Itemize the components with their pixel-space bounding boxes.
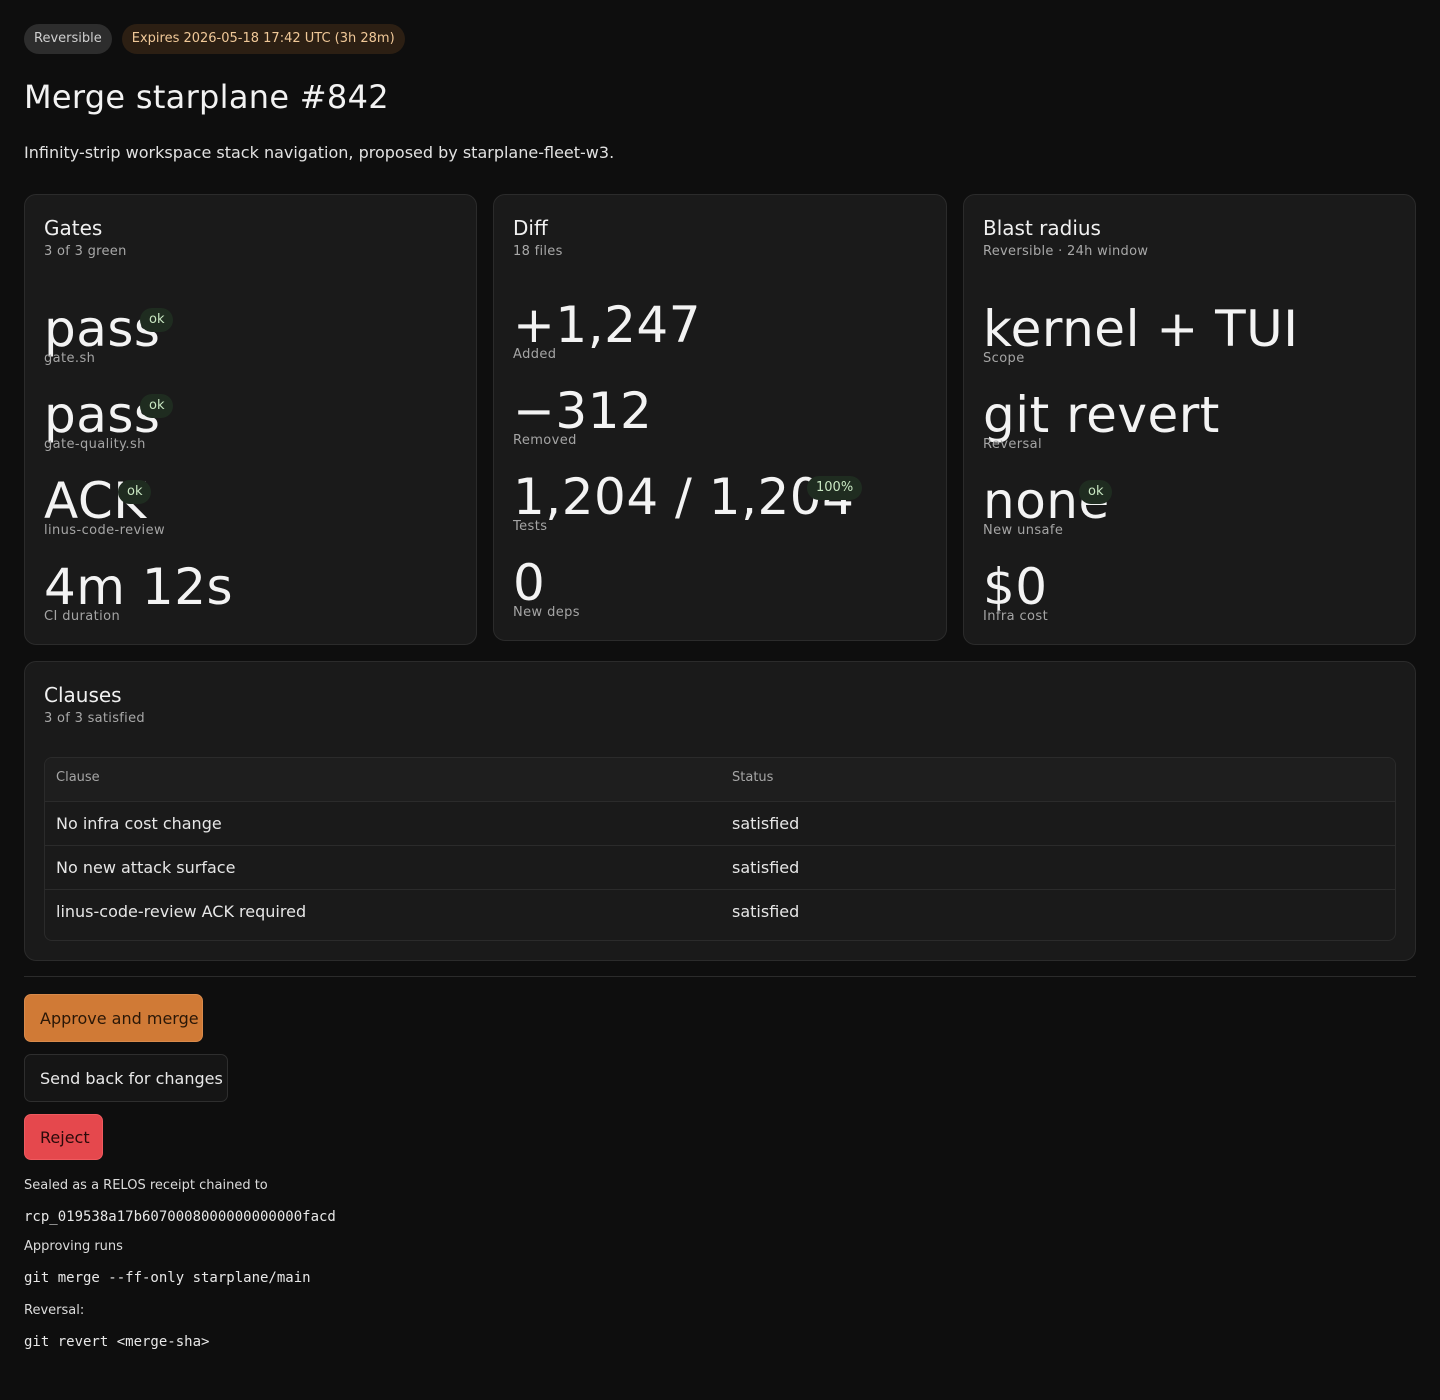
reject-button[interactable]: Reject [24,1114,103,1160]
reversible-badge: Reversible [24,24,112,54]
header-badges: Reversible Expires 2026-05-18 17:42 UTC … [24,24,1416,54]
card-title: Diff [513,216,548,240]
metric-value: +1,247 [513,296,702,354]
metric-value: 0 [513,554,546,612]
metric-value: 4m 12s [44,558,234,616]
approve-and-merge-button[interactable]: Approve and merge [24,994,203,1042]
metric-value: 1,204 / 1,204 [513,468,855,526]
page-subtitle: Infinity-strip workspace stack navigatio… [24,143,615,162]
clauses-card: Clauses 3 of 3 satisfied Clause Status N… [24,661,1416,961]
card-title: Blast radius [983,216,1101,240]
approving-label: Approving runs [24,1239,123,1254]
clause-cell: No infra cost change [56,814,222,833]
metric-label: New deps [513,605,580,620]
metric-value: −312 [513,382,653,440]
ok-badge: ok [118,480,152,504]
metric-value: $0 [983,558,1048,616]
reversal-command: git revert <merge-sha> [24,1334,210,1350]
diff-card: Diff 18 files +1,247 Added −312 Removed … [493,194,947,641]
blast-radius-card: Blast radius Reversible · 24h window ker… [963,194,1416,645]
metric-value: kernel + TUI [983,300,1299,358]
expires-badge: Expires 2026-05-18 17:42 UTC (3h 28m) [121,24,405,54]
metric-label: Reversal [983,437,1043,452]
send-back-button[interactable]: Send back for changes [24,1054,228,1102]
column-header-clause: Clause [56,770,100,785]
table-row: No infra cost change satisfied [45,802,1395,846]
metric-value: git revert [983,386,1220,444]
gates-card: Gates 3 of 3 green pass ok gate.sh pass … [24,194,477,645]
card-title: Clauses [44,683,122,707]
metric-label: gate.sh [44,351,96,366]
approving-command: git merge --ff-only starplane/main [24,1270,311,1286]
status-cell: satisfied [732,858,800,877]
metric-label: New unsafe [983,523,1064,538]
pct-badge: 100% [807,476,863,500]
card-subtitle: Reversible · 24h window [983,244,1149,259]
metric-label: Scope [983,351,1025,366]
section-divider [24,976,1416,977]
metric-label: Tests [513,519,548,534]
metric-label: Infra cost [983,609,1049,624]
sealed-label: Sealed as a RELOS receipt chained to [24,1178,268,1193]
page-title: Merge starplane #842 [24,78,389,116]
card-subtitle: 3 of 3 green [44,244,127,259]
ok-badge: ok [1079,480,1113,504]
ok-badge: ok [140,394,174,418]
metric-label: gate-quality.sh [44,437,146,452]
metric-label: Removed [513,433,577,448]
table-header: Clause Status [45,758,1395,802]
clause-cell: No new attack surface [56,858,236,877]
clauses-table: Clause Status No infra cost change satis… [44,757,1396,941]
table-row: No new attack surface satisfied [45,846,1395,890]
approval-page: Reversible Expires 2026-05-18 17:42 UTC … [24,24,1416,1350]
status-cell: satisfied [732,814,800,833]
metric-label: Added [513,347,557,362]
metric-label: CI duration [44,609,121,624]
card-subtitle: 3 of 3 satisfied [44,711,145,726]
column-header-status: Status [732,770,774,785]
receipt-id: rcp_019538a17b6070008000000000000facd [24,1209,336,1225]
table-row: linus-code-review ACK required satisfied [45,890,1395,934]
metric-label: linus-code-review [44,523,166,538]
clause-cell: linus-code-review ACK required [56,902,307,921]
card-subtitle: 18 files [513,244,563,259]
card-title: Gates [44,216,103,240]
status-cell: satisfied [732,902,800,921]
reversal-label: Reversal: [24,1303,85,1318]
ok-badge: ok [140,308,174,332]
